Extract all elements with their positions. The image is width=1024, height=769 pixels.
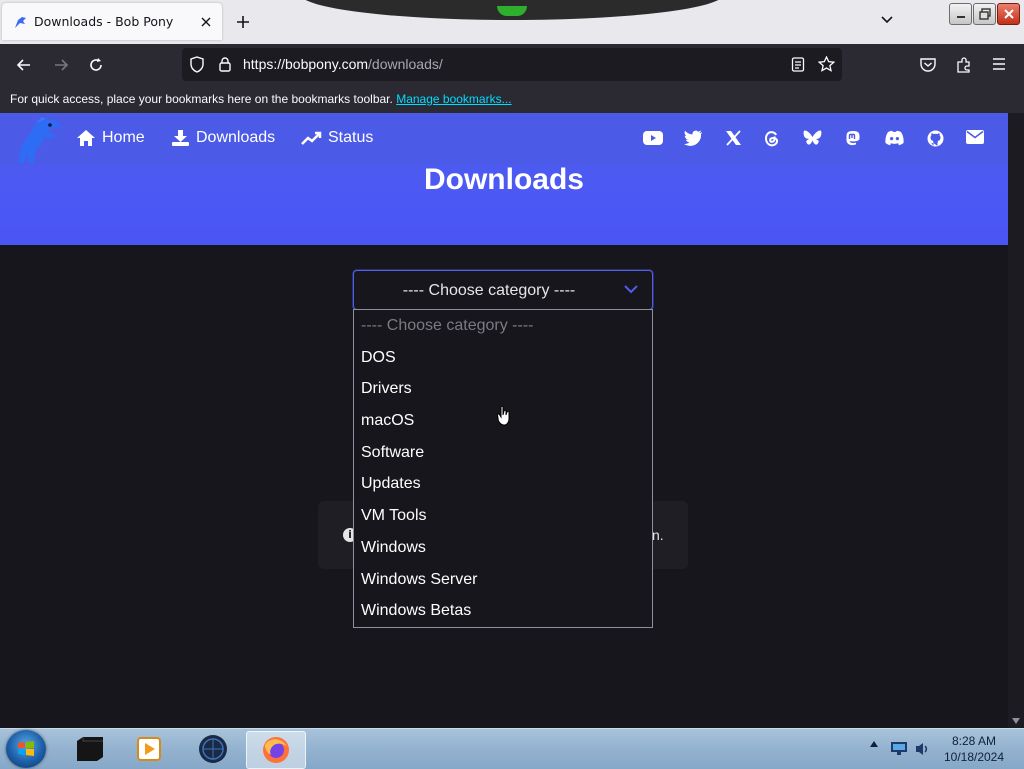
hero-banner: Home Downloads Status Downloads: [0, 113, 1008, 245]
network-icon[interactable]: [891, 742, 907, 755]
volume-icon[interactable]: [914, 741, 930, 757]
threads-icon[interactable]: [764, 130, 780, 147]
hamburger-menu-icon[interactable]: [991, 56, 1007, 72]
nav-downloads-link[interactable]: Downloads: [171, 129, 275, 147]
clock-date: 10/18/2024: [943, 750, 1005, 764]
forward-arrow-icon[interactable]: [52, 56, 70, 74]
show-hidden-icons-icon[interactable]: [870, 741, 878, 747]
chevron-down-icon: [624, 285, 638, 294]
close-tab-icon[interactable]: [200, 16, 212, 28]
bob-pony-logo[interactable]: [12, 115, 64, 165]
x-icon[interactable]: [725, 130, 742, 146]
dropdown-option[interactable]: DOS: [354, 342, 652, 374]
discord-icon[interactable]: [884, 130, 905, 146]
url-path: /downloads/: [368, 56, 443, 72]
bluesky-icon[interactable]: [803, 130, 822, 147]
url-text[interactable]: https://bobpony.com/downloads/: [243, 56, 443, 72]
category-dropdown-list[interactable]: ---- Choose category ---- DOS Drivers macOS…: [353, 309, 653, 628]
twitter-icon[interactable]: [684, 130, 703, 146]
firefox-app[interactable]: [246, 731, 306, 769]
reader-view-icon[interactable]: [791, 57, 805, 72]
pocket-icon[interactable]: [919, 56, 937, 73]
site-header: Home Downloads Status: [0, 113, 1008, 165]
github-icon[interactable]: [927, 130, 944, 147]
back-arrow-icon[interactable]: [15, 56, 33, 74]
dropdown-option[interactable]: Windows: [354, 532, 652, 564]
page-content: Home Downloads Status Downloads ---- Cho…: [0, 113, 1008, 728]
category-select-value: ---- Choose category ----: [402, 282, 576, 299]
minimize-button[interactable]: [949, 3, 972, 25]
dropdown-option[interactable]: Windows Betas: [354, 595, 652, 627]
restore-button[interactable]: [973, 3, 996, 25]
youtube-icon[interactable]: [643, 130, 663, 146]
manage-bookmarks-link[interactable]: Manage bookmarks...: [396, 92, 511, 106]
active-tab[interactable]: Downloads - Bob Pony: [2, 3, 222, 40]
bookmark-star-icon[interactable]: [818, 56, 835, 72]
bookmarks-hint-text: For quick access, place your bookmarks h…: [10, 92, 393, 106]
tab-strip: Downloads - Bob Pony: [0, 0, 1024, 44]
dropdown-option[interactable]: Updates: [354, 468, 652, 500]
nav-home-label: Home: [102, 129, 145, 146]
mail-icon[interactable]: [966, 130, 984, 144]
lock-icon[interactable]: [218, 56, 232, 72]
trend-icon: [301, 131, 322, 145]
system-clock[interactable]: 8:28 AM 10/18/2024: [934, 733, 1014, 765]
list-all-tabs-chevron-icon[interactable]: [880, 15, 894, 25]
bookmarks-toolbar: For quick access, place your bookmarks h…: [0, 86, 1024, 113]
tracking-protection-shield-icon[interactable]: [189, 56, 205, 73]
scroll-down-arrow-icon[interactable]: [1012, 718, 1020, 724]
reload-icon[interactable]: [87, 56, 105, 74]
terminal-app[interactable]: [60, 731, 118, 767]
dropdown-option[interactable]: Software: [354, 437, 652, 469]
bookmarks-message: For quick access, place your bookmarks h…: [10, 92, 512, 106]
navigation-toolbar: https://bobpony.com/downloads/: [0, 44, 1024, 86]
download-icon: [172, 130, 189, 146]
dropdown-option[interactable]: Windows Server: [354, 564, 652, 596]
hand-cursor-icon: [497, 406, 511, 426]
windows-logo-icon: [18, 741, 34, 756]
nav-downloads-label: Downloads: [196, 129, 276, 146]
page-scrollbar[interactable]: [1008, 113, 1024, 728]
nav-status-label: Status: [328, 129, 374, 146]
mastodon-icon[interactable]: [845, 130, 861, 147]
nav-status-link[interactable]: Status: [301, 129, 373, 147]
start-button[interactable]: [6, 730, 46, 768]
new-tab-button[interactable]: [234, 13, 252, 31]
extensions-puzzle-icon[interactable]: [955, 56, 973, 74]
category-select[interactable]: ---- Choose category ----: [353, 270, 653, 310]
tab-title: Downloads - Bob Pony: [34, 14, 174, 29]
nav-home-link[interactable]: Home: [76, 129, 145, 147]
dropdown-option[interactable]: ---- Choose category ----: [354, 310, 652, 342]
media-player-app[interactable]: [120, 731, 178, 767]
dropdown-option[interactable]: Drivers: [354, 373, 652, 405]
info-card-text: n.: [652, 527, 664, 543]
clock-time: 8:28 AM: [951, 734, 997, 748]
close-window-button[interactable]: [997, 3, 1020, 25]
page-title: Downloads: [423, 163, 584, 196]
url-bar[interactable]: https://bobpony.com/downloads/: [182, 48, 842, 81]
dropdown-option[interactable]: VM Tools: [354, 500, 652, 532]
home-icon: [77, 130, 95, 146]
globe-app[interactable]: [184, 731, 242, 767]
site-favicon-icon: [12, 14, 28, 30]
url-domain: https://bobpony.com: [243, 56, 369, 72]
taskbar: 8:28 AM 10/18/2024: [0, 728, 1024, 769]
